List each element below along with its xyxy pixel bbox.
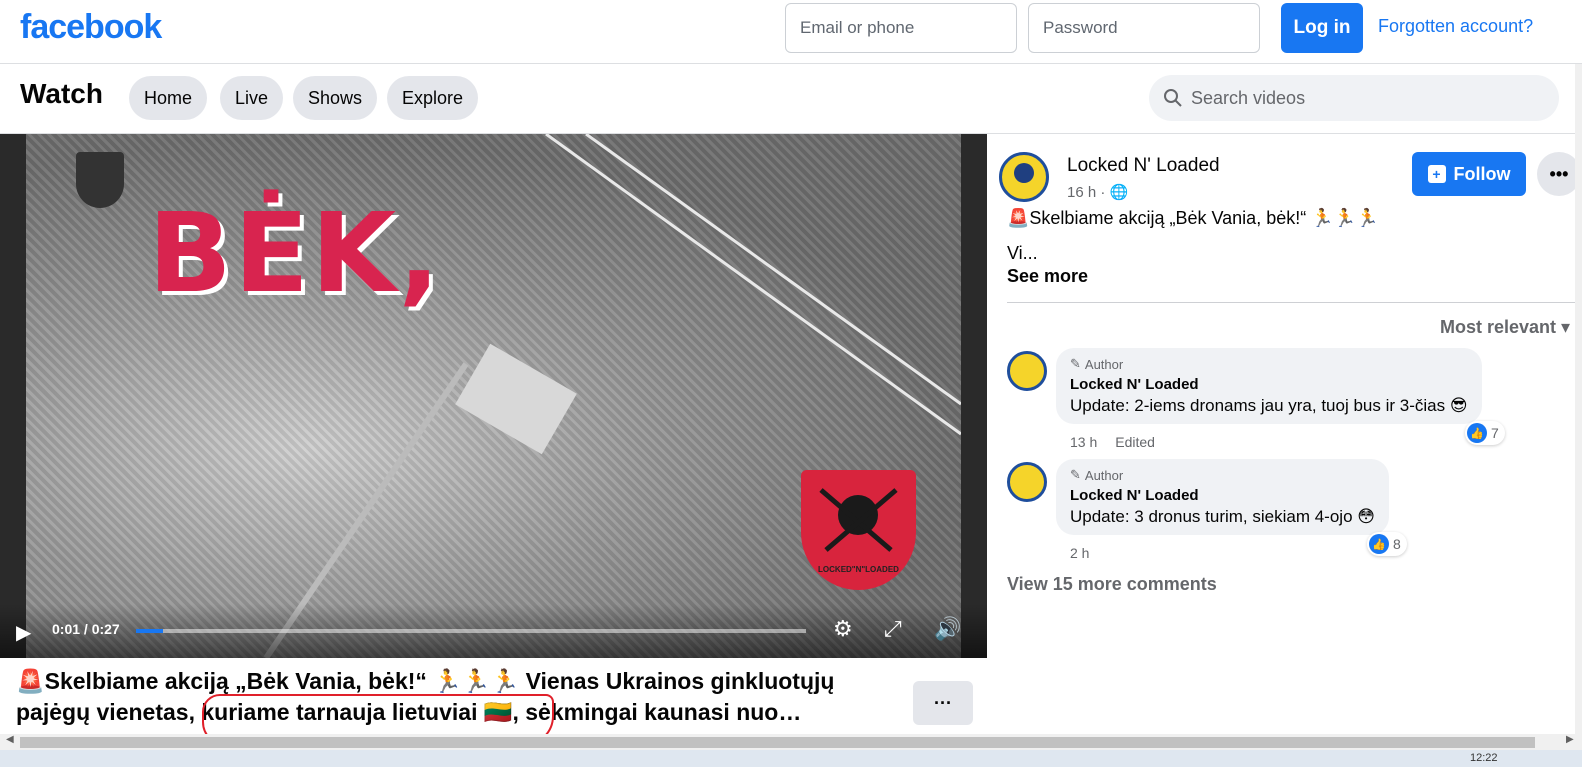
comment-author[interactable]: Locked N' Loaded (1070, 487, 1375, 504)
comment-text: Update: 2-iems dronams jau yra, tuoj bus… (1070, 396, 1468, 415)
tab-home[interactable]: Home (129, 76, 208, 120)
facebook-logo[interactable]: facebook (20, 8, 162, 47)
forgot-account-link[interactable]: Forgotten account? (1378, 16, 1533, 37)
author-tag: ✎ Author (1070, 356, 1468, 372)
shield-caption: LOCKED"N"LOADED (818, 565, 899, 574)
video-controls: ▶ 0:01 / 0:27 ⚙ ⤢ 🔊 (0, 604, 987, 658)
tab-shows[interactable]: Shows (293, 76, 378, 120)
search-placeholder: Search videos (1191, 87, 1306, 108)
pencil-icon: ✎ (1070, 356, 1081, 371)
caption-line-1: 🚨Skelbiame akciją „Bėk Vania, bėk!“ 🏃🏃🏃 … (16, 668, 835, 694)
post-panel: Locked N' Loaded 16 h · 🌐 + Follow ••• 🚨… (987, 134, 1582, 734)
video-search-input[interactable]: Search videos (1149, 75, 1559, 121)
page-name[interactable]: Locked N' Loaded (1067, 155, 1220, 177)
comment-avatar[interactable] (1007, 351, 1047, 391)
divider (1007, 302, 1582, 303)
comment-reaction[interactable]: 👍 8 (1367, 532, 1407, 556)
email-field[interactable]: Email or phone (785, 3, 1017, 53)
author-tag-label: Author (1084, 467, 1124, 483)
login-button[interactable]: Log in (1281, 3, 1363, 53)
reaction-count: 7 (1491, 425, 1499, 441)
like-icon: 👍 (1467, 423, 1487, 443)
author-tag-label: Author (1084, 356, 1124, 372)
comment-avatar[interactable] (1007, 462, 1047, 502)
comment-text: Update: 3 dronus turim, siekiam 4-ojo 😳 (1070, 507, 1375, 526)
comment-reaction[interactable]: 👍 7 (1465, 421, 1505, 445)
tab-live[interactable]: Live (220, 76, 284, 120)
comment-author[interactable]: Locked N' Loaded (1070, 376, 1468, 393)
comment-time[interactable]: 2 h (1070, 545, 1089, 561)
watch-title: Watch (20, 78, 103, 109)
view-more-comments-link[interactable]: View 15 more comments (1007, 574, 1217, 595)
follow-plus-icon: + (1427, 165, 1446, 183)
video-progress-bar[interactable] (136, 629, 806, 633)
comment-meta: 2 h (1070, 545, 1089, 561)
comment-bubble: ✎ Author Locked N' Loaded Update: 3 dron… (1056, 459, 1389, 535)
scrollbar-thumb[interactable] (20, 737, 1535, 748)
comment-meta: 13 h Edited (1070, 434, 1155, 450)
play-icon[interactable]: ▶ (16, 620, 31, 645)
comment-bubble: ✎ Author Locked N' Loaded Update: 2-iems… (1056, 348, 1482, 424)
video-frame: BĖK, LOCKED"N"LOADED (26, 134, 961, 658)
top-bar: facebook Email or phone Password Log in … (0, 0, 1582, 64)
page-avatar[interactable] (999, 152, 1049, 202)
video-progress-fill (136, 629, 163, 633)
search-icon (1164, 89, 1182, 107)
taskbar-clock: 12:22 (1470, 752, 1498, 764)
horizontal-scrollbar[interactable]: ◀ ▶ (0, 734, 1582, 750)
locked-n-loaded-shield-logo: LOCKED"N"LOADED (801, 470, 916, 590)
password-field[interactable]: Password (1028, 3, 1260, 53)
follow-button[interactable]: + Follow (1412, 152, 1526, 196)
video-time: 0:01 / 0:27 (52, 621, 120, 637)
watch-nav-bar: Watch Home Live Shows Explore Search vid… (0, 64, 1582, 134)
comment-time[interactable]: 13 h (1070, 434, 1097, 450)
comment-edited: Edited (1115, 434, 1155, 450)
see-more-link[interactable]: See more (1007, 266, 1088, 287)
scroll-left-arrow-icon[interactable]: ◀ (6, 734, 14, 745)
video-overlay-text: BĖK, (148, 189, 443, 317)
tab-explore[interactable]: Explore (387, 76, 479, 120)
crossed-rifles-icon (819, 488, 898, 552)
post-text-truncated: Vi... (1007, 243, 1038, 263)
like-icon: 👍 (1369, 534, 1389, 554)
video-player[interactable]: BĖK, LOCKED"N"LOADED ▶ 0:01 / 0:27 ⚙ ⤢ 🔊 (0, 134, 987, 658)
reaction-count: 8 (1393, 536, 1401, 552)
settings-gear-icon[interactable]: ⚙ (833, 616, 853, 642)
volume-icon[interactable]: 🔊 (934, 616, 961, 642)
fullscreen-icon[interactable]: ⤢ (884, 616, 902, 642)
author-tag: ✎ Author (1070, 467, 1375, 483)
follow-label: Follow (1453, 163, 1511, 184)
vertical-scrollbar[interactable] (1575, 64, 1582, 734)
caption-more-button[interactable]: ··· (913, 681, 973, 725)
scroll-right-arrow-icon[interactable]: ▶ (1566, 734, 1574, 745)
pencil-icon: ✎ (1070, 467, 1081, 482)
os-taskbar: 12:22 (0, 750, 1582, 767)
unit-logo-icon (76, 152, 124, 208)
comment-sort-dropdown[interactable]: Most relevant ▾ (1440, 317, 1570, 338)
post-timestamp[interactable]: 16 h · 🌐 (1067, 183, 1128, 201)
post-text: 🚨Skelbiame akciją „Bėk Vania, bėk!“ 🏃🏃🏃 (1007, 208, 1379, 228)
